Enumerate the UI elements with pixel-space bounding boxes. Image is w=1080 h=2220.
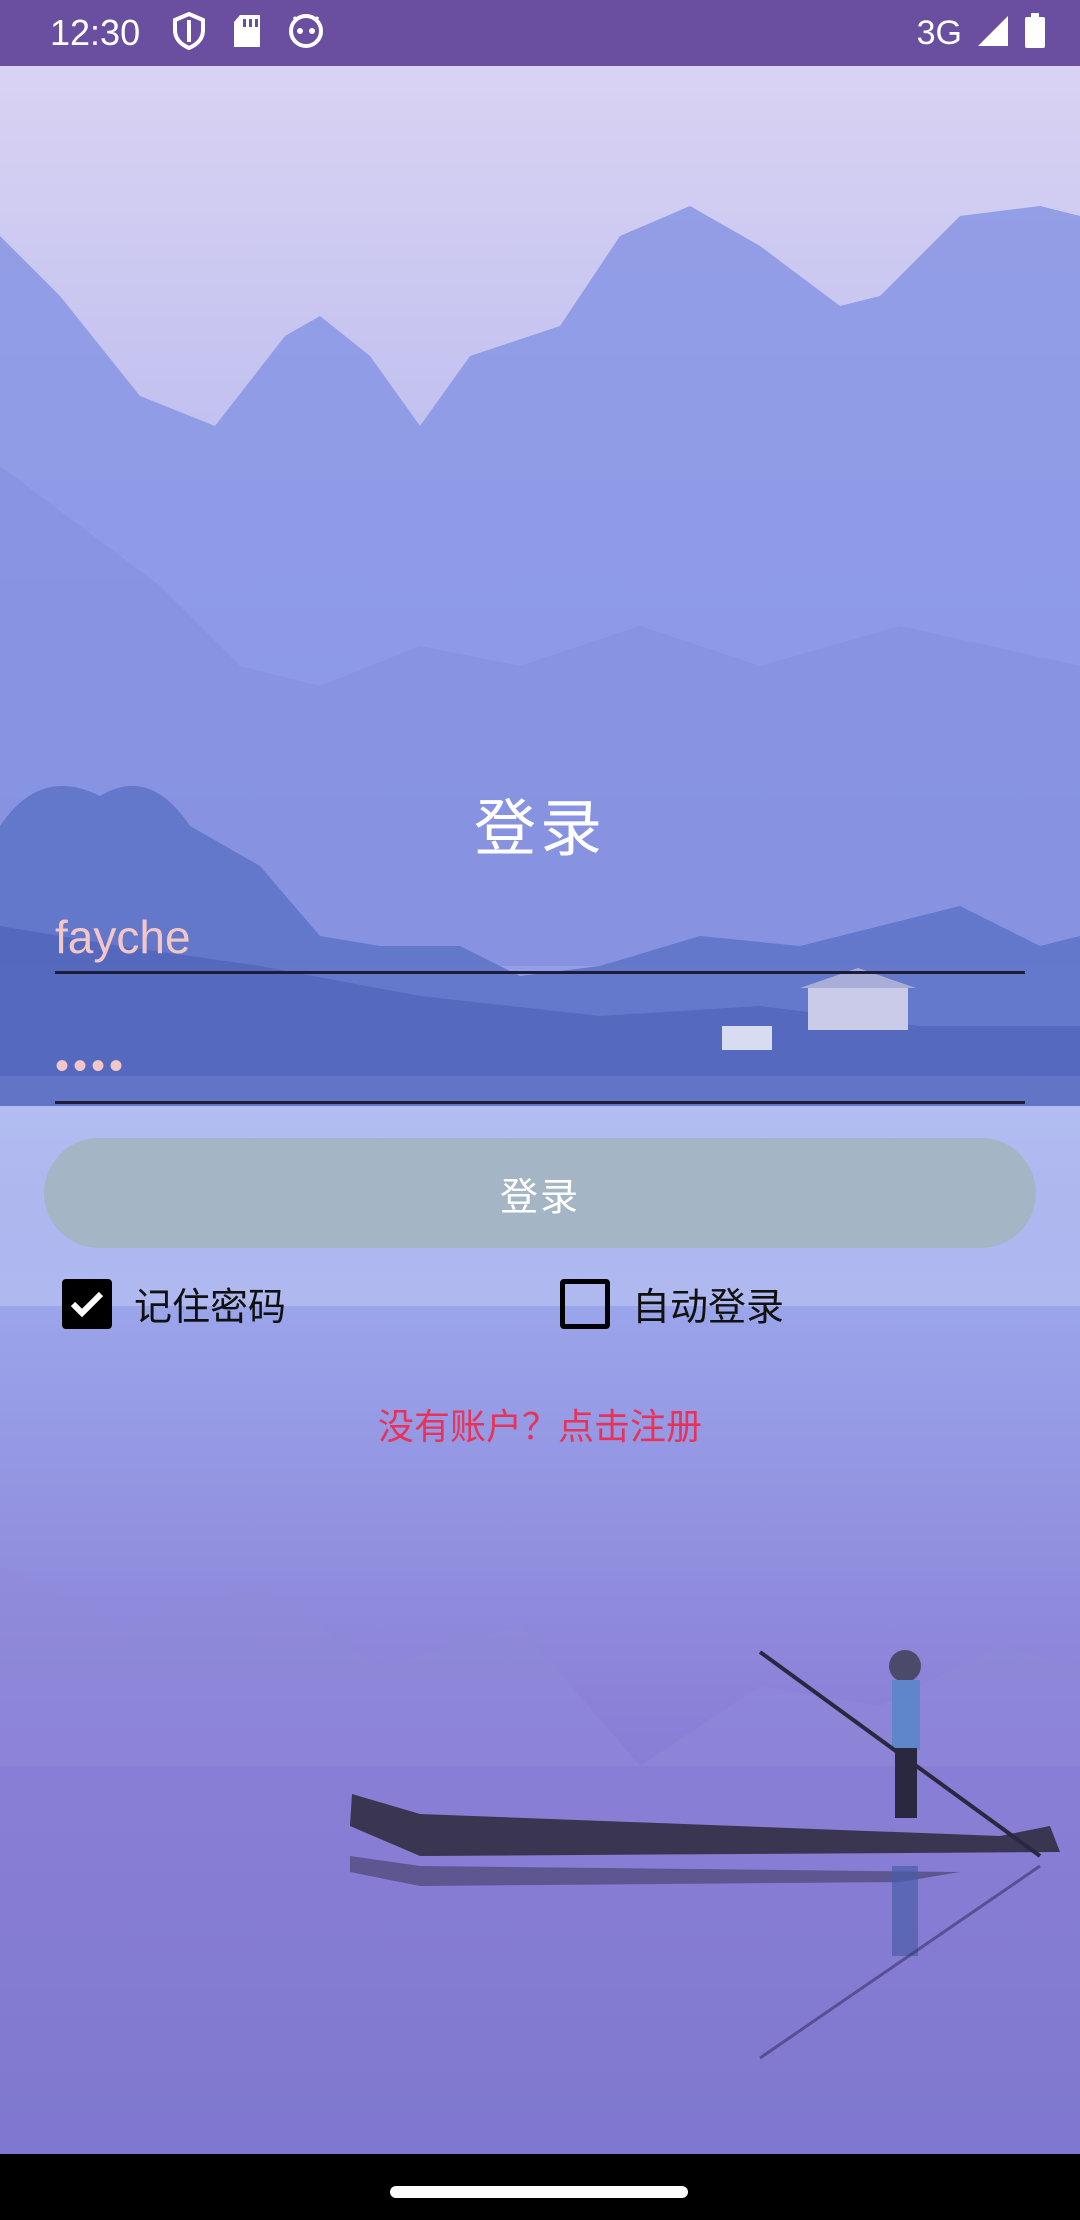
auto-login-label: 自动登录 <box>632 1285 785 1329</box>
checkmark-icon <box>70 1291 104 1317</box>
android-face-icon <box>288 13 324 53</box>
shield-icon <box>172 11 206 54</box>
navigation-bar <box>0 2154 1080 2220</box>
login-title: 登录 <box>473 792 606 865</box>
home-gesture-handle[interactable] <box>390 2186 688 2198</box>
status-icons-left <box>172 11 324 54</box>
status-icons-right: 3G <box>917 12 1046 54</box>
network-type: 3G <box>916 14 962 52</box>
remember-password-checkbox[interactable] <box>62 1278 112 1329</box>
background-landscape-image <box>0 66 1080 2154</box>
password-field-container <box>55 1032 1025 1104</box>
status-time: 12:30 <box>50 12 141 53</box>
sd-card-icon <box>232 13 262 53</box>
username-input[interactable] <box>55 902 1025 971</box>
auto-login-checkbox[interactable] <box>560 1278 610 1329</box>
battery-icon <box>1024 13 1046 53</box>
register-link[interactable]: 没有账户？点击注册 <box>0 1398 1080 1450</box>
remember-password-label: 记住密码 <box>134 1285 287 1329</box>
remember-password-option[interactable]: 记住密码 <box>62 1276 286 1331</box>
signal-icon <box>976 14 1010 52</box>
auto-login-option[interactable]: 自动登录 <box>560 1276 784 1331</box>
status-bar: 12:30 3G <box>0 0 1080 66</box>
login-screen: 12:30 3G 登录 登录 <box>0 0 1080 2220</box>
login-button[interactable]: 登录 <box>44 1138 1036 1248</box>
username-field-container <box>55 902 1025 974</box>
password-input[interactable] <box>55 1032 1025 1101</box>
